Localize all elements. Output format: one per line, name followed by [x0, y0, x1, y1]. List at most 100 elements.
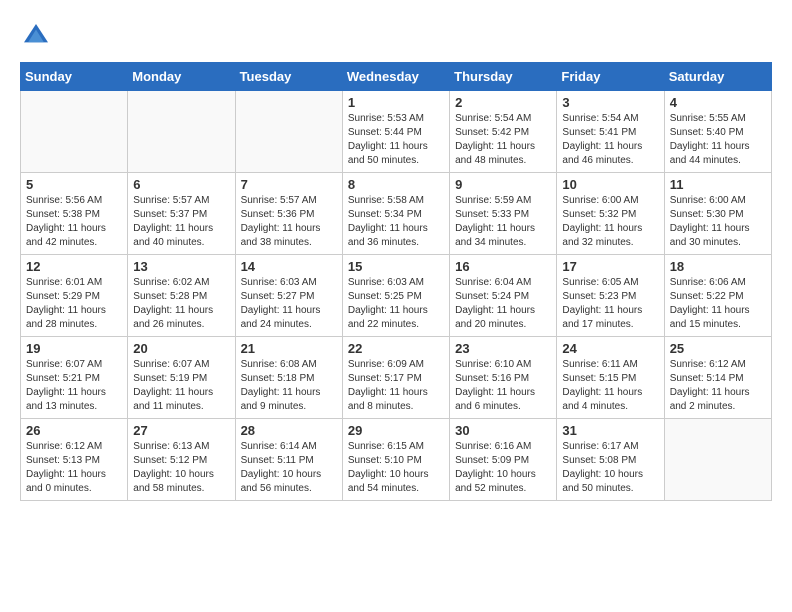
day-number: 31 — [562, 423, 658, 438]
day-cell: 4 Sunrise: 5:55 AM Sunset: 5:40 PM Daylig… — [664, 91, 771, 173]
day-info: Sunrise: 5:54 AM Sunset: 5:41 PM Dayligh… — [562, 112, 658, 168]
day-info: Sunrise: 6:11 AM Sunset: 5:15 PM Dayligh… — [562, 358, 658, 414]
day-number: 21 — [241, 341, 337, 356]
day-info: Sunrise: 6:16 AM Sunset: 5:09 PM Dayligh… — [455, 440, 551, 496]
day-number: 4 — [670, 95, 766, 110]
day-cell: 8 Sunrise: 5:58 AM Sunset: 5:34 PM Daylig… — [342, 173, 449, 255]
day-cell: 26 Sunrise: 6:12 AM Sunset: 5:13 PM Dayli… — [21, 419, 128, 501]
day-info: Sunrise: 6:09 AM Sunset: 5:17 PM Dayligh… — [348, 358, 444, 414]
day-number: 17 — [562, 259, 658, 274]
day-number: 24 — [562, 341, 658, 356]
day-number: 23 — [455, 341, 551, 356]
day-info: Sunrise: 5:59 AM Sunset: 5:33 PM Dayligh… — [455, 194, 551, 250]
day-info: Sunrise: 6:02 AM Sunset: 5:28 PM Dayligh… — [133, 276, 229, 332]
day-cell: 22Sunrise: 6:09 AM Sunset: 5:17 PM Dayli… — [342, 337, 449, 419]
day-info: Sunrise: 6:12 AM Sunset: 5:13 PM Dayligh… — [26, 440, 122, 496]
day-number: 6 — [133, 177, 229, 192]
week-row-5: 26 Sunrise: 6:12 AM Sunset: 5:13 PM Dayli… — [21, 419, 772, 501]
day-cell: 30 Sunrise: 6:16 AM Sunset: 5:09 PM Dayli… — [450, 419, 557, 501]
day-cell: 29Sunrise: 6:15 AM Sunset: 5:10 PM Dayli… — [342, 419, 449, 501]
day-info: Sunrise: 6:05 AM Sunset: 5:23 PM Dayligh… — [562, 276, 658, 332]
day-cell: 14 Sunrise: 6:03 AM Sunset: 5:27 PM Dayli… — [235, 255, 342, 337]
day-number: 19 — [26, 341, 122, 356]
weekday-header-row: SundayMondayTuesdayWednesdayThursdayFrid… — [21, 63, 772, 91]
weekday-header-saturday: Saturday — [664, 63, 771, 91]
day-number: 11 — [670, 177, 766, 192]
day-cell: 2Sunrise: 5:54 AM Sunset: 5:42 PM Daylig… — [450, 91, 557, 173]
day-cell — [128, 91, 235, 173]
day-cell: 24 Sunrise: 6:11 AM Sunset: 5:15 PM Dayli… — [557, 337, 664, 419]
day-cell: 20 Sunrise: 6:07 AM Sunset: 5:19 PM Dayli… — [128, 337, 235, 419]
day-cell: 13 Sunrise: 6:02 AM Sunset: 5:28 PM Dayli… — [128, 255, 235, 337]
day-number: 30 — [455, 423, 551, 438]
day-info: Sunrise: 6:00 AM Sunset: 5:30 PM Dayligh… — [670, 194, 766, 250]
day-info: Sunrise: 6:04 AM Sunset: 5:24 PM Dayligh… — [455, 276, 551, 332]
day-info: Sunrise: 6:08 AM Sunset: 5:18 PM Dayligh… — [241, 358, 337, 414]
day-info: Sunrise: 6:06 AM Sunset: 5:22 PM Dayligh… — [670, 276, 766, 332]
day-cell: 10Sunrise: 6:00 AM Sunset: 5:32 PM Dayli… — [557, 173, 664, 255]
day-number: 26 — [26, 423, 122, 438]
day-number: 14 — [241, 259, 337, 274]
day-cell: 5Sunrise: 5:56 AM Sunset: 5:38 PM Daylig… — [21, 173, 128, 255]
day-info: Sunrise: 6:07 AM Sunset: 5:21 PM Dayligh… — [26, 358, 122, 414]
day-number: 1 — [348, 95, 444, 110]
day-info: Sunrise: 6:13 AM Sunset: 5:12 PM Dayligh… — [133, 440, 229, 496]
day-info: Sunrise: 5:57 AM Sunset: 5:36 PM Dayligh… — [241, 194, 337, 250]
day-number: 10 — [562, 177, 658, 192]
day-cell: 27Sunrise: 6:13 AM Sunset: 5:12 PM Dayli… — [128, 419, 235, 501]
day-info: Sunrise: 5:58 AM Sunset: 5:34 PM Dayligh… — [348, 194, 444, 250]
day-cell: 18 Sunrise: 6:06 AM Sunset: 5:22 PM Dayli… — [664, 255, 771, 337]
day-cell: 6 Sunrise: 5:57 AM Sunset: 5:37 PM Daylig… — [128, 173, 235, 255]
day-number: 9 — [455, 177, 551, 192]
day-cell: 28 Sunrise: 6:14 AM Sunset: 5:11 PM Dayli… — [235, 419, 342, 501]
weekday-header-sunday: Sunday — [21, 63, 128, 91]
day-cell: 19 Sunrise: 6:07 AM Sunset: 5:21 PM Dayli… — [21, 337, 128, 419]
day-cell: 21 Sunrise: 6:08 AM Sunset: 5:18 PM Dayli… — [235, 337, 342, 419]
week-row-4: 19 Sunrise: 6:07 AM Sunset: 5:21 PM Dayli… — [21, 337, 772, 419]
day-info: Sunrise: 5:57 AM Sunset: 5:37 PM Dayligh… — [133, 194, 229, 250]
day-number: 12 — [26, 259, 122, 274]
weekday-header-monday: Monday — [128, 63, 235, 91]
week-row-1: 1 Sunrise: 5:53 AM Sunset: 5:44 PM Daylig… — [21, 91, 772, 173]
header — [20, 20, 772, 52]
weekday-header-tuesday: Tuesday — [235, 63, 342, 91]
day-number: 3 — [562, 95, 658, 110]
day-info: Sunrise: 6:14 AM Sunset: 5:11 PM Dayligh… — [241, 440, 337, 496]
day-number: 18 — [670, 259, 766, 274]
day-cell: 1 Sunrise: 5:53 AM Sunset: 5:44 PM Daylig… — [342, 91, 449, 173]
day-info: Sunrise: 5:55 AM Sunset: 5:40 PM Dayligh… — [670, 112, 766, 168]
weekday-header-friday: Friday — [557, 63, 664, 91]
logo — [20, 20, 54, 52]
day-info: Sunrise: 6:15 AM Sunset: 5:10 PM Dayligh… — [348, 440, 444, 496]
day-number: 7 — [241, 177, 337, 192]
day-info: Sunrise: 6:03 AM Sunset: 5:27 PM Dayligh… — [241, 276, 337, 332]
day-number: 28 — [241, 423, 337, 438]
day-info: Sunrise: 6:03 AM Sunset: 5:25 PM Dayligh… — [348, 276, 444, 332]
day-cell — [21, 91, 128, 173]
day-info: Sunrise: 6:07 AM Sunset: 5:19 PM Dayligh… — [133, 358, 229, 414]
week-row-2: 5Sunrise: 5:56 AM Sunset: 5:38 PM Daylig… — [21, 173, 772, 255]
day-info: Sunrise: 5:53 AM Sunset: 5:44 PM Dayligh… — [348, 112, 444, 168]
week-row-3: 12 Sunrise: 6:01 AM Sunset: 5:29 PM Dayli… — [21, 255, 772, 337]
day-cell: 9 Sunrise: 5:59 AM Sunset: 5:33 PM Daylig… — [450, 173, 557, 255]
page: SundayMondayTuesdayWednesdayThursdayFrid… — [0, 0, 792, 612]
day-cell — [235, 91, 342, 173]
day-cell — [664, 419, 771, 501]
day-number: 20 — [133, 341, 229, 356]
day-cell: 16Sunrise: 6:04 AM Sunset: 5:24 PM Dayli… — [450, 255, 557, 337]
day-number: 8 — [348, 177, 444, 192]
weekday-header-thursday: Thursday — [450, 63, 557, 91]
day-cell: 15 Sunrise: 6:03 AM Sunset: 5:25 PM Dayli… — [342, 255, 449, 337]
day-cell: 25 Sunrise: 6:12 AM Sunset: 5:14 PM Dayli… — [664, 337, 771, 419]
day-info: Sunrise: 6:17 AM Sunset: 5:08 PM Dayligh… — [562, 440, 658, 496]
weekday-header-wednesday: Wednesday — [342, 63, 449, 91]
day-info: Sunrise: 5:56 AM Sunset: 5:38 PM Dayligh… — [26, 194, 122, 250]
day-number: 13 — [133, 259, 229, 274]
day-cell: 3 Sunrise: 5:54 AM Sunset: 5:41 PM Daylig… — [557, 91, 664, 173]
day-number: 15 — [348, 259, 444, 274]
day-info: Sunrise: 6:12 AM Sunset: 5:14 PM Dayligh… — [670, 358, 766, 414]
day-cell: 17 Sunrise: 6:05 AM Sunset: 5:23 PM Dayli… — [557, 255, 664, 337]
day-number: 25 — [670, 341, 766, 356]
calendar: SundayMondayTuesdayWednesdayThursdayFrid… — [20, 62, 772, 501]
day-info: Sunrise: 6:01 AM Sunset: 5:29 PM Dayligh… — [26, 276, 122, 332]
